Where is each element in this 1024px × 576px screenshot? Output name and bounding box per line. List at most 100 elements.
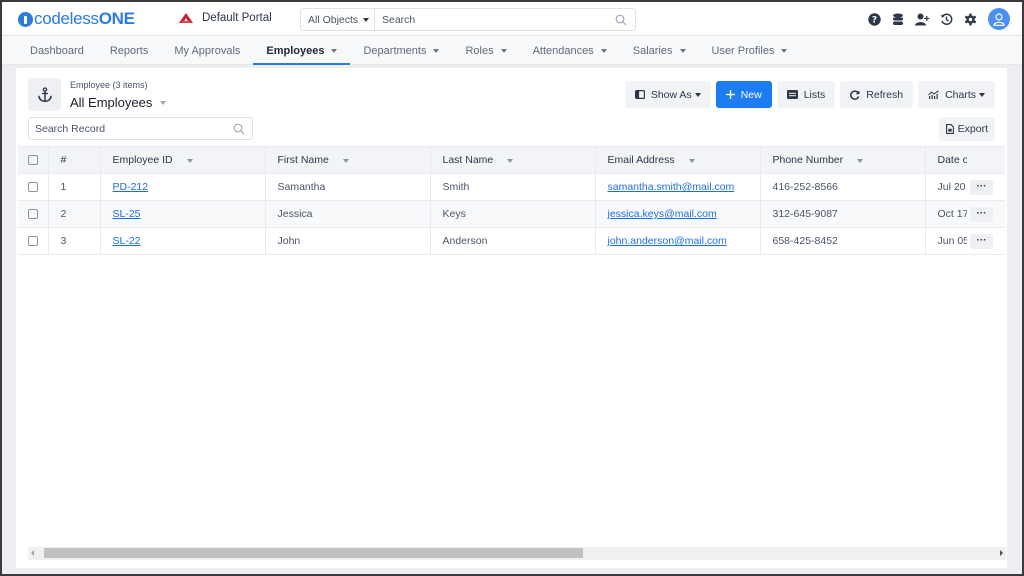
column-header-employee-id[interactable]: Employee ID [100,146,266,174]
database-button[interactable] [886,7,910,31]
history-button[interactable] [934,7,958,31]
scrollbar-thumb[interactable] [44,548,584,558]
nav-item-departments[interactable]: Departments [350,36,452,65]
sort-menu-icon[interactable] [688,159,695,163]
view-title: All Employees [70,95,153,110]
portal-label: Default Portal [202,12,272,24]
select-all-cell [18,146,49,174]
refresh-button[interactable]: Refresh [840,81,914,108]
settings-button[interactable] [958,7,982,31]
date-cell: Jun 05 [925,227,969,255]
select-all-checkbox[interactable] [28,155,38,166]
global-search: All Objects [300,8,636,31]
charts-button[interactable]: Charts [918,81,995,108]
horizontal-scrollbar[interactable] [28,547,1006,560]
new-button[interactable]: New [715,81,772,108]
column-label: # [60,154,67,166]
sort-menu-icon[interactable] [342,159,349,163]
email-link[interactable]: jessica.keys@mail.com [608,208,717,220]
portal-switcher[interactable]: Default Portal [178,12,272,24]
row-actions-button[interactable]: ··· [970,179,993,195]
anchor-icon [37,86,52,102]
email-link[interactable]: samantha.smith@mail.com [608,181,735,193]
record-search-input[interactable] [29,122,233,135]
nav-item-label: Roles [465,44,494,57]
chevron-down-icon [694,92,701,97]
row-number: 1 [48,173,101,201]
nav-item-salaries[interactable]: Salaries [620,36,699,65]
row-checkbox[interactable] [28,182,38,193]
row-number: 3 [48,227,101,255]
column-header-date[interactable]: Date o [925,146,969,174]
add-user-button[interactable] [910,7,934,31]
export-label: Export [957,123,988,135]
row-checkbox[interactable] [28,209,38,220]
phone-cell: 658-425-8452 [760,227,926,255]
row-actions-cell: ··· [967,174,1005,201]
chart-icon [928,90,939,99]
plus-icon [725,90,735,99]
database-icon [893,13,903,25]
first-name-cell: Jessica [265,200,431,228]
gear-icon [964,13,976,25]
user-avatar-icon [993,12,1005,26]
row-checkbox[interactable] [28,236,38,247]
logo-text: codelessONE [34,9,135,28]
nav-item-label: Salaries [632,44,673,57]
column-header-number: # [48,146,101,174]
employee-id-link[interactable]: SL-25 [113,208,141,220]
view-selector[interactable]: All Employees [70,95,167,110]
chevron-down-icon [433,48,440,53]
sort-menu-icon[interactable] [186,159,193,163]
email-link[interactable]: john.anderson@mail.com [608,235,727,247]
new-label: New [740,88,762,101]
nav-item-my-approvals[interactable]: My Approvals [161,36,253,65]
global-search-input[interactable] [375,9,607,30]
last-name-cell: Anderson [430,227,596,255]
chevron-down-icon [600,48,607,53]
employee-id-link[interactable]: SL-22 [113,235,141,247]
employee-id-cell: PD-212 [100,173,266,201]
sort-menu-icon[interactable] [857,159,864,163]
app-window: codelessONE Default Portal All Objects S… [2,2,1022,574]
search-scope-label: All Objects [308,13,359,26]
nav-item-user-profiles[interactable]: User Profiles [699,36,801,65]
help-button[interactable]: ? [862,7,886,31]
sort-menu-icon[interactable] [507,159,514,163]
export-button[interactable]: Export [938,117,995,141]
nav-item-attendances[interactable]: Attendances [520,36,620,65]
search-icon[interactable] [233,123,245,135]
search-scope-select[interactable]: All Objects [301,9,375,30]
nav-item-label: Departments [363,44,427,57]
show-as-button[interactable]: Show As [624,81,711,108]
scroll-right-arrow-icon[interactable] [1000,550,1003,556]
records-table: # Employee ID First Name Last Name Email… [18,146,969,256]
user-avatar[interactable] [988,8,1010,30]
row-actions-header [967,146,1005,174]
logo[interactable]: codelessONE [18,9,135,28]
column-header-phone[interactable]: Phone Number [760,146,926,174]
nav-item-employees[interactable]: Employees [253,36,351,65]
row-actions-button[interactable]: ··· [970,233,993,249]
first-name-cell: John [265,227,431,255]
row-actions-cell: ··· [967,228,1005,255]
lists-button[interactable]: Lists [776,81,836,108]
history-icon [940,12,952,25]
nav-item-roles[interactable]: Roles [452,36,519,65]
scroll-left-arrow-icon[interactable] [31,550,34,556]
employee-id-link[interactable]: PD-212 [113,181,149,193]
nav-item-reports[interactable]: Reports [97,36,162,65]
nav-item-label: Reports [109,44,149,57]
row-select-cell [18,173,49,201]
column-label: Date o [937,154,969,166]
chevron-down-icon [679,48,686,53]
column-header-first-name[interactable]: First Name [265,146,431,174]
table-row: 1 PD-212 Samantha Smith samantha.smith@m… [18,173,969,201]
row-actions-button[interactable]: ··· [970,206,993,222]
first-name-cell: Samantha [265,173,431,201]
column-label: Phone Number [772,154,844,166]
search-button[interactable] [607,9,635,30]
column-header-email[interactable]: Email Address [595,146,761,174]
column-header-last-name[interactable]: Last Name [430,146,596,174]
nav-item-dashboard[interactable]: Dashboard [17,36,97,65]
